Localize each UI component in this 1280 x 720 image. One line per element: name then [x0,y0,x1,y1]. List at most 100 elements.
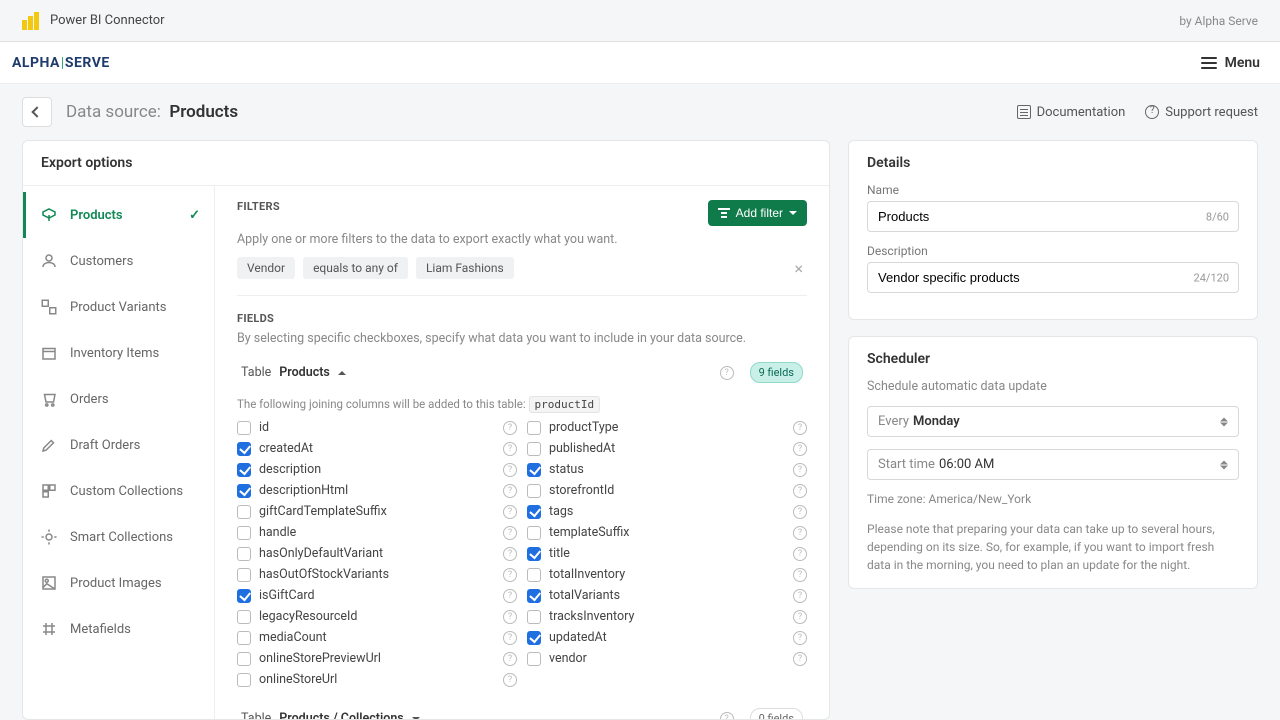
fields-count-badge: 0 fields [750,708,803,719]
sidebar-item-label: Product Variants [70,300,167,315]
start-time-select[interactable]: Start time 06:00 AM [867,449,1239,480]
frequency-select[interactable]: Every Monday [867,406,1239,437]
field-label: mediaCount [259,630,327,645]
checkbox-updatedAt[interactable] [527,631,541,645]
scheduler-title: Scheduler [867,351,1239,367]
field-label: onlineStoreUrl [259,672,337,687]
field-descriptionHtml: descriptionHtml [237,480,517,501]
checkbox-onlineStorePreviewUrl[interactable] [237,652,251,666]
checkbox-totalVariants[interactable] [527,589,541,603]
checkbox-mediaCount[interactable] [237,631,251,645]
info-icon[interactable] [503,442,517,456]
checkbox-storefrontId[interactable] [527,484,541,498]
sidebar-item-product-images[interactable]: Product Images [23,560,214,606]
info-icon[interactable] [793,610,807,624]
checkbox-templateSuffix[interactable] [527,526,541,540]
info-icon[interactable] [793,442,807,456]
sidebar-item-inventory-items[interactable]: Inventory Items [23,330,214,376]
checkbox-title[interactable] [527,547,541,561]
checkbox-vendor[interactable] [527,652,541,666]
sidebar-item-orders[interactable]: Orders [23,376,214,422]
sidebar-item-smart-collections[interactable]: Smart Collections [23,514,214,560]
brand-logo: ALPHASERVE [12,55,110,71]
table-header-0[interactable]: Table Products / Collections 0 fields [237,702,807,719]
checkbox-hasOutOfStockVariants[interactable] [237,568,251,582]
menu-button[interactable]: Menu [1191,49,1270,77]
checkbox-createdAt[interactable] [237,442,251,456]
powerbi-logo-icon [22,12,40,30]
info-icon[interactable] [503,631,517,645]
info-icon[interactable] [503,673,517,687]
checkbox-handle[interactable] [237,526,251,540]
field-label: templateSuffix [549,525,629,540]
add-filter-button[interactable]: Add filter [708,200,807,226]
filters-hint: Apply one or more filters to the data to… [237,232,807,247]
sidebar-item-custom-collections[interactable]: Custom Collections [23,468,214,514]
info-icon[interactable] [793,589,807,603]
name-input[interactable] [867,201,1239,232]
filter-chip-field[interactable]: Vendor [237,257,295,279]
info-icon[interactable] [793,421,807,435]
arrow-left-icon [31,106,42,117]
info-icon[interactable] [503,484,517,498]
info-icon[interactable] [793,484,807,498]
field-createdAt: createdAt [237,438,517,459]
info-icon[interactable] [503,589,517,603]
info-icon[interactable] [503,610,517,624]
checkbox-legacyResourceId[interactable] [237,610,251,624]
info-icon[interactable] [503,526,517,540]
checkbox-totalInventory[interactable] [527,568,541,582]
checkbox-publishedAt[interactable] [527,442,541,456]
checkbox-status[interactable] [527,463,541,477]
checkbox-id[interactable] [237,421,251,435]
info-icon[interactable] [503,547,517,561]
sidebar-item-metafields[interactable]: Metafields [23,606,214,652]
info-icon[interactable] [793,568,807,582]
support-link[interactable]: Support request [1145,105,1258,120]
info-icon[interactable] [503,568,517,582]
description-input[interactable] [867,262,1239,293]
info-icon[interactable] [793,631,807,645]
field-label: handle [259,525,296,540]
checkbox-productType[interactable] [527,421,541,435]
sidebar-item-label: Draft Orders [70,438,140,453]
field-label: productType [549,420,618,435]
info-icon[interactable] [503,505,517,519]
chevron-down-icon [789,211,797,215]
filter-chip-op[interactable]: equals to any of [303,257,408,279]
info-icon[interactable] [793,652,807,666]
sidebar-item-customers[interactable]: Customers [23,238,214,284]
info-icon[interactable] [503,652,517,666]
info-icon[interactable] [793,526,807,540]
info-icon[interactable] [793,463,807,477]
checkbox-hasOnlyDefaultVariant[interactable] [237,547,251,561]
source-type-list: Products✓Customers Product Variants Invent… [23,186,215,719]
checkbox-onlineStoreUrl[interactable] [237,673,251,687]
info-icon[interactable] [793,547,807,561]
back-button[interactable] [22,97,52,127]
remove-filter-button[interactable]: × [790,259,807,278]
customers-icon [40,252,58,270]
sidebar-item-product-variants[interactable]: Product Variants [23,284,214,330]
field-label: updatedAt [549,630,607,645]
info-icon[interactable] [720,366,734,380]
checkbox-giftCardTemplateSuffix[interactable] [237,505,251,519]
field-productType: productType [527,417,807,438]
fields-hint: By selecting specific checkboxes, specif… [237,331,807,346]
info-icon[interactable] [793,505,807,519]
checkbox-isGiftCard[interactable] [237,589,251,603]
sidebar-item-draft-orders[interactable]: Draft Orders [23,422,214,468]
info-icon[interactable] [720,712,734,720]
info-icon[interactable] [503,421,517,435]
filter-chip-value[interactable]: Liam Fashions [416,257,514,279]
table-header-products[interactable]: Table Products 9 fields [237,356,807,389]
checkbox-descriptionHtml[interactable] [237,484,251,498]
checkbox-tags[interactable] [527,505,541,519]
info-icon[interactable] [503,463,517,477]
checkbox-description[interactable] [237,463,251,477]
documentation-link[interactable]: Documentation [1017,105,1126,120]
sidebar-item-products[interactable]: Products✓ [23,192,214,238]
field-giftCardTemplateSuffix: giftCardTemplateSuffix [237,501,517,522]
checkbox-tracksInventory[interactable] [527,610,541,624]
field-label: publishedAt [549,441,615,456]
